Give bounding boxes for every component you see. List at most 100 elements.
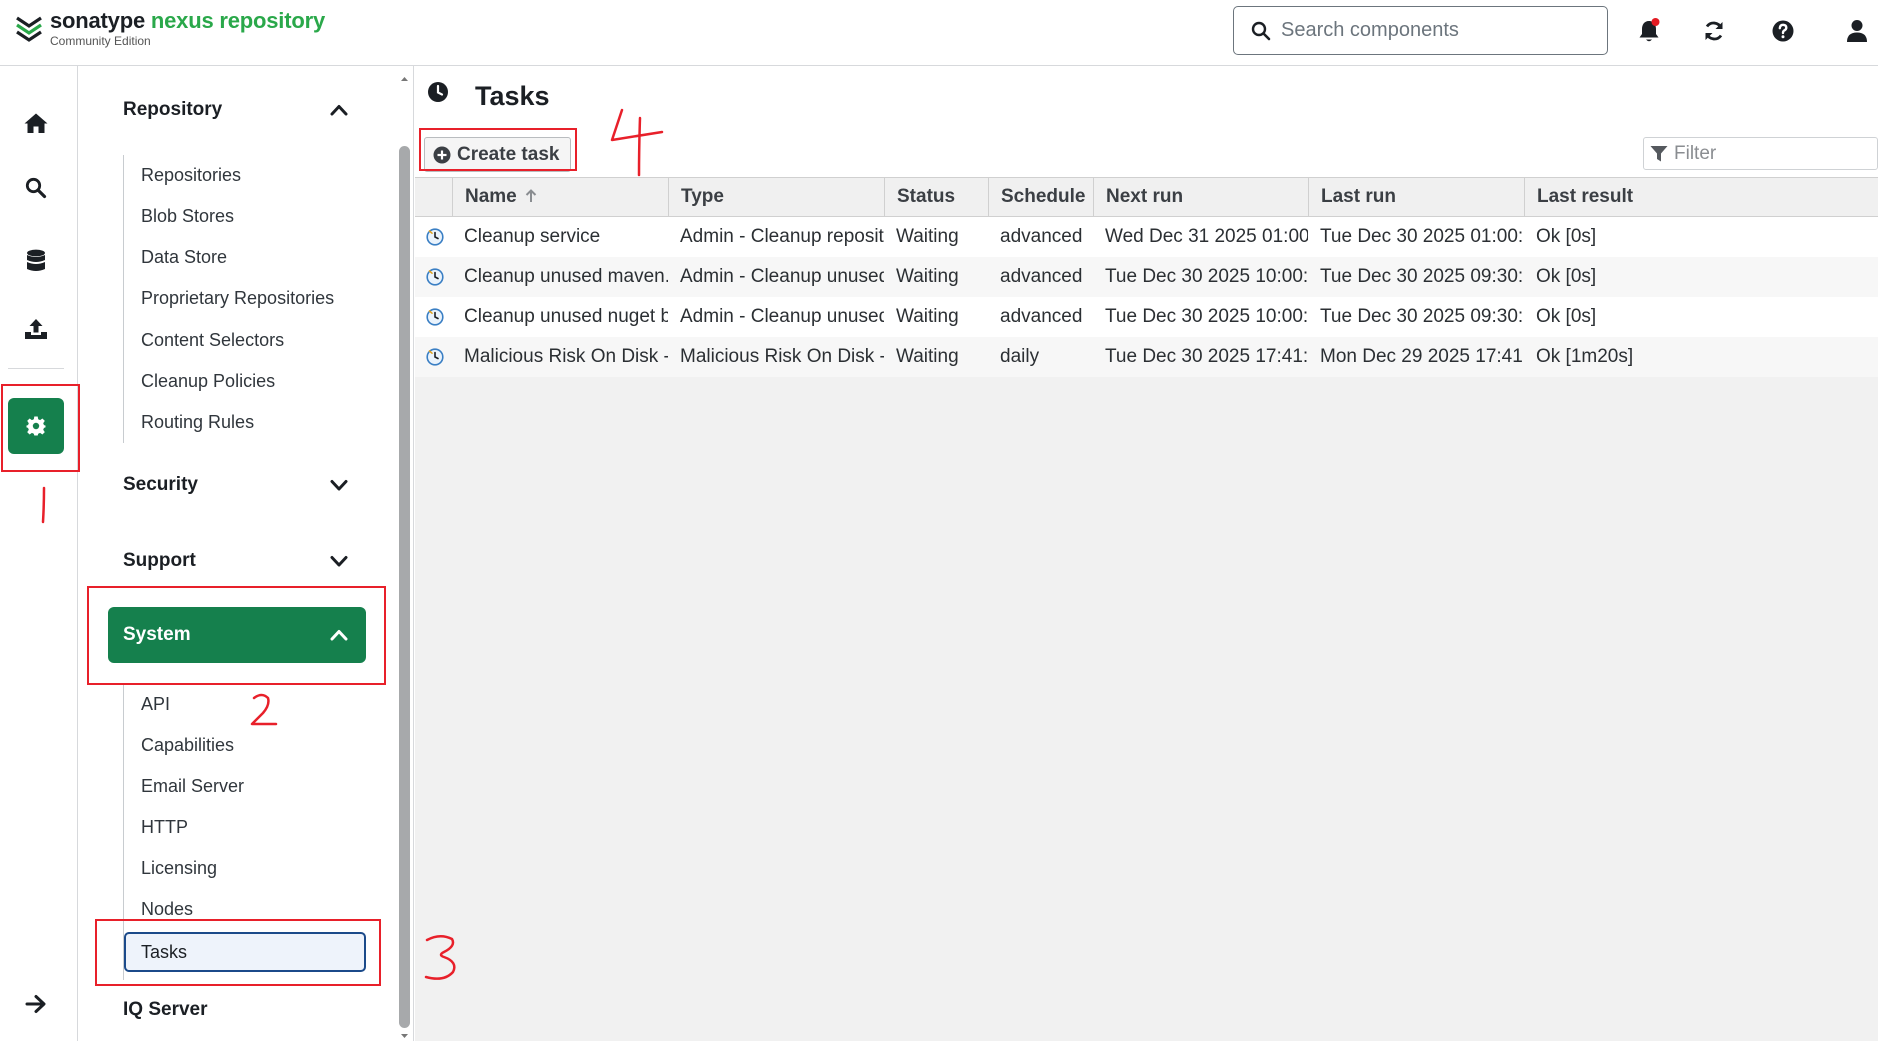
task-clock-icon xyxy=(426,228,444,246)
col-header-type[interactable]: Type xyxy=(668,178,884,216)
sidebar-section-support[interactable]: Support xyxy=(108,533,366,589)
page-title: Tasks xyxy=(475,81,550,111)
chevron-down-icon xyxy=(330,480,348,491)
refresh-icon xyxy=(1705,21,1723,41)
help-icon xyxy=(1772,20,1794,42)
rail-upload-button[interactable] xyxy=(8,301,64,357)
cell-type: Admin - Cleanup unused... xyxy=(680,306,884,327)
cell-last-run: Mon Dec 29 2025 17:41:... xyxy=(1320,346,1524,367)
help-button[interactable] xyxy=(1768,16,1798,46)
cell-type: Admin - Cleanup unused... xyxy=(680,266,884,287)
annotation-box-3 xyxy=(95,919,381,986)
section-label: Security xyxy=(123,474,198,495)
cell-last-result: Ok [0s] xyxy=(1536,266,1597,287)
cell-last-run: Tue Dec 30 2025 09:30:... xyxy=(1320,306,1524,327)
table-row[interactable]: Cleanup unused nuget b... Admin - Cleanup… xyxy=(415,297,1878,337)
filter-icon xyxy=(1650,145,1668,161)
table-row[interactable]: Malicious Risk On Disk - ... Malicious Ri… xyxy=(415,337,1878,377)
table-row[interactable]: Cleanup service Admin - Cleanup reposit..… xyxy=(415,217,1878,257)
logo-mark-icon xyxy=(16,16,42,42)
rail-search-button[interactable] xyxy=(8,160,64,216)
col-header-icon xyxy=(415,178,452,216)
search-box[interactable] xyxy=(1233,6,1608,55)
rail-browse-button[interactable] xyxy=(8,233,64,289)
section-label: IQ Server xyxy=(123,999,208,1020)
clock-icon xyxy=(428,82,448,102)
rail-home-button[interactable] xyxy=(8,95,64,151)
cell-status: Waiting xyxy=(896,346,959,367)
cell-next-run: Tue Dec 30 2025 10:00:... xyxy=(1105,306,1308,327)
sidebar-item-repositories[interactable]: Repositories xyxy=(141,165,241,186)
task-clock-icon xyxy=(426,268,444,286)
sonatype-logo[interactable]: sonatype nexus repository Community Edit… xyxy=(14,10,325,47)
section-label: Repository xyxy=(123,99,223,120)
sidebar-item-email-server[interactable]: Email Server xyxy=(141,776,244,797)
user-button[interactable] xyxy=(1842,16,1872,46)
page-toolbar: Tasks Create task xyxy=(415,66,1878,177)
sidebar-section-iq-server[interactable]: IQ Server xyxy=(108,982,366,1038)
grid-header: Name Type Status Schedule Next run Last … xyxy=(415,177,1878,217)
col-header-name[interactable]: Name xyxy=(452,178,668,216)
main-content: Tasks Create task Name xyxy=(415,66,1878,1041)
cell-last-run: Tue Dec 30 2025 09:30:... xyxy=(1320,266,1524,287)
section-label: Support xyxy=(123,550,196,571)
sidebar-item-routing-rules[interactable]: Routing Rules xyxy=(141,412,254,433)
chevron-up-icon xyxy=(330,105,348,116)
sidebar-item-http[interactable]: HTTP xyxy=(141,817,188,838)
home-icon xyxy=(24,113,48,133)
sidebar-item-blob-stores[interactable]: Blob Stores xyxy=(141,206,234,227)
filter-input[interactable] xyxy=(1674,142,1864,165)
rail-divider xyxy=(8,368,64,369)
chevron-down-icon xyxy=(330,556,348,567)
sidebar-section-security[interactable]: Security xyxy=(108,457,366,513)
sidebar-item-content-selectors[interactable]: Content Selectors xyxy=(141,330,284,351)
sidebar-item-cleanup-policies[interactable]: Cleanup Policies xyxy=(141,371,275,392)
sidebar-item-licensing[interactable]: Licensing xyxy=(141,858,217,879)
scroll-thumb[interactable] xyxy=(399,146,410,1028)
col-header-last-run[interactable]: Last run xyxy=(1308,178,1524,216)
notifications-button[interactable] xyxy=(1634,16,1664,46)
sidebar-scrollbar[interactable] xyxy=(399,74,410,1039)
search-input[interactable] xyxy=(1281,19,1581,42)
filter-box[interactable] xyxy=(1643,137,1878,170)
repository-submenu: Repositories Blob Stores Data Store Prop… xyxy=(123,155,334,443)
sidebar-item-api[interactable]: API xyxy=(141,694,170,715)
col-header-label: Name xyxy=(465,186,517,207)
col-header-last-result[interactable]: Last result xyxy=(1524,178,1878,216)
sort-ascending-icon xyxy=(525,189,537,202)
annotation-box-2 xyxy=(87,586,386,685)
sidebar-section-repository[interactable]: Repository xyxy=(108,82,366,138)
table-row[interactable]: Cleanup unused maven... Admin - Cleanup u… xyxy=(415,257,1878,297)
cell-schedule: daily xyxy=(1000,346,1040,367)
cell-name: Cleanup unused nuget b... xyxy=(464,306,668,327)
cell-schedule: advanced xyxy=(1000,306,1083,327)
scroll-down-arrow-icon[interactable] xyxy=(399,1031,410,1041)
search-icon xyxy=(25,177,47,199)
cell-last-result: Ok [0s] xyxy=(1536,226,1597,247)
col-header-next-run[interactable]: Next run xyxy=(1093,178,1308,216)
scroll-up-arrow-icon[interactable] xyxy=(399,74,410,84)
sidebar-item-capabilities[interactable]: Capabilities xyxy=(141,735,234,756)
annotation-box-1 xyxy=(1,384,80,472)
rail-expand-button[interactable] xyxy=(8,976,64,1032)
nav-rail xyxy=(0,66,78,1041)
arrow-right-icon xyxy=(25,995,46,1013)
cell-status: Waiting xyxy=(896,306,959,327)
cell-last-result: Ok [1m20s] xyxy=(1536,346,1634,367)
cell-next-run: Wed Dec 31 2025 01:00:... xyxy=(1105,226,1308,247)
sidebar-item-proprietary-repositories[interactable]: Proprietary Repositories xyxy=(141,288,334,309)
sidebar-item-data-store[interactable]: Data Store xyxy=(141,247,227,268)
cell-status: Waiting xyxy=(896,226,959,247)
task-clock-icon xyxy=(426,308,444,326)
sidebar-item-nodes[interactable]: Nodes xyxy=(141,899,193,920)
cell-type: Malicious Risk On Disk - ... xyxy=(680,346,884,367)
refresh-button[interactable] xyxy=(1699,16,1729,46)
cell-schedule: advanced xyxy=(1000,266,1083,287)
col-header-schedule[interactable]: Schedule xyxy=(988,178,1093,216)
cell-schedule: advanced xyxy=(1000,226,1083,247)
logo-brand: sonatype xyxy=(50,8,145,33)
col-header-status[interactable]: Status xyxy=(884,178,988,216)
cell-name: Malicious Risk On Disk - ... xyxy=(464,346,668,367)
cell-type: Admin - Cleanup reposit... xyxy=(680,226,884,247)
upload-icon xyxy=(25,319,47,339)
